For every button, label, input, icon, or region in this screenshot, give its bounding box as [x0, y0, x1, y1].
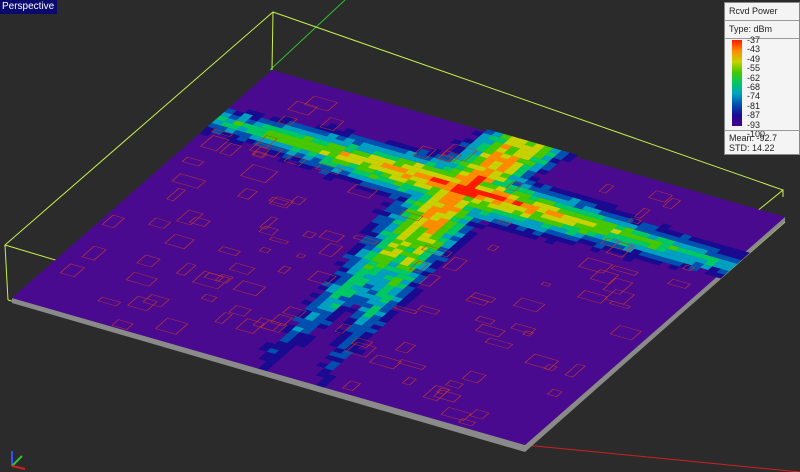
power-legend: Rcvd Power Type: dBm -37 -43 -49 -55 -62… [724, 2, 800, 155]
legend-std: STD: 14.22 [729, 143, 775, 153]
x-axis-line [524, 444, 800, 472]
3d-scene-viewport[interactable] [0, 0, 800, 472]
legend-stats: Mean: -92.7 STD: 14.22 [725, 130, 800, 155]
legend-mean: Mean: -92.7 [729, 133, 778, 143]
viewport-label[interactable]: Perspective [0, 0, 58, 14]
coverage-surface [12, 70, 786, 446]
color-scale-bar [732, 40, 742, 126]
y-axis-line [269, 0, 346, 71]
legend-ticks: -37 -43 -49 -55 -62 -68 -74 -81 -87 -93 … [747, 35, 765, 139]
axis-triad-icon [11, 451, 26, 470]
legend-title: Rcvd Power [725, 3, 799, 21]
